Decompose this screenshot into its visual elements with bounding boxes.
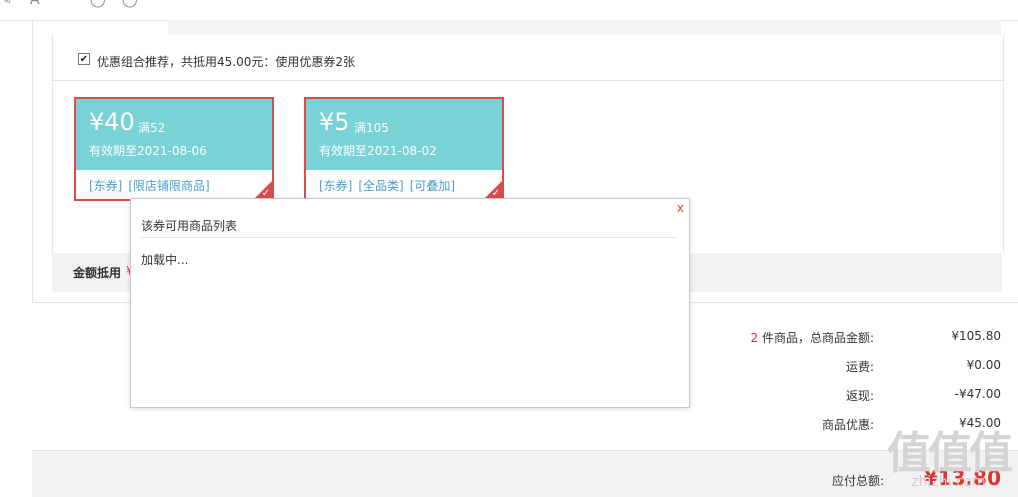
coupon-card-1[interactable]: ¥40 满52 有效期至2021-08-06 [东券] [限店铺限商品] ✓ [74,97,274,201]
total-bar: 应付总额: ¥13.80 [32,450,1018,497]
promo-label: 商品优惠: [821,418,874,432]
coupon-tags: [东券] [限店铺限商品] [89,177,216,194]
discount-label: 金额抵用 [73,266,122,280]
items-label: 2 件商品，总商品金额: [750,331,874,345]
coupon-tags: [东券] [全品类] [可叠加] [319,177,461,194]
coupon-amount: ¥40 [89,108,135,136]
coupon-tag[interactable]: [可叠加] [410,179,455,193]
coupon-condition: 满52 [138,121,166,135]
undo-icon[interactable]: ◯ [90,0,106,8]
watermark-logo: 值值值 [887,428,1013,479]
item-count: 2 [750,331,759,345]
shipping-value: ¥0.00 [966,358,1001,372]
site-watermark: 值值值 zhizhi.com [887,428,1013,491]
combo-checkbox[interactable]: ✔ [78,53,90,65]
top-toolbar: ✎ A ◯ ◯ [0,0,1018,21]
coupon-validity: 有效期至2021-08-06 [89,144,207,158]
pen-icon[interactable]: ✎ [0,0,12,8]
coupon-tag[interactable]: [全品类] [358,179,403,193]
coupon-products-popup: x 该券可用商品列表 加载中... [130,198,690,408]
coupon-amount: ¥5 [319,108,350,136]
close-icon[interactable]: x [677,201,684,215]
coupon-tag[interactable]: [东券] [89,179,122,193]
cashback-label: 返现: [845,389,874,403]
coupon-tag[interactable]: [限店铺限商品] [128,179,209,193]
popup-title: 该券可用商品列表 [141,219,238,233]
shipping-label: 运费: [845,360,874,374]
panel-header-strip [168,20,1001,35]
cashback-value: -¥47.00 [954,387,1001,401]
coupon-header: ¥40 满52 有效期至2021-08-06 [76,99,272,170]
coupon-card-2[interactable]: ¥5 满105 有效期至2021-08-02 [东券] [全品类] [可叠加] ✓ [304,97,504,201]
popup-divider [141,237,677,238]
redo-icon[interactable]: ◯ [122,0,138,8]
combo-text: 优惠组合推荐，共抵用45.00元：使用优惠券2张 [97,55,355,69]
items-value: ¥105.80 [951,329,1001,343]
loading-text: 加载中... [141,253,189,267]
font-icon[interactable]: A [30,0,40,8]
coupon-header: ¥5 满105 有效期至2021-08-02 [306,99,502,170]
coupon-tag[interactable]: [东券] [319,179,352,193]
coupon-condition: 满105 [354,121,389,135]
coupon-validity: 有效期至2021-08-02 [319,144,437,158]
total-label: 应付总额: [831,474,884,488]
